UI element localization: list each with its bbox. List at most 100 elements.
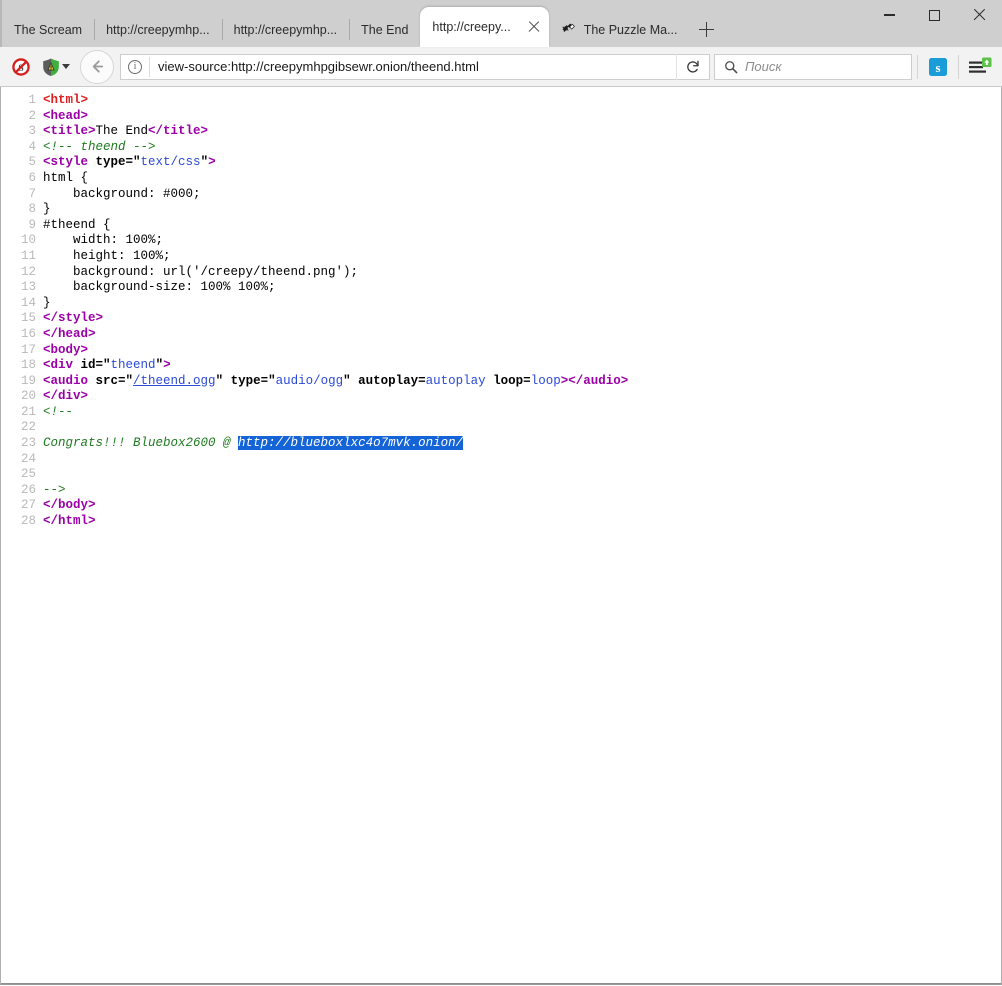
tab-separator	[222, 19, 223, 40]
minimize-icon[interactable]	[867, 0, 912, 30]
tab-creepy-1[interactable]: http://creepymhp...	[94, 12, 222, 47]
reload-button[interactable]	[676, 54, 709, 80]
code-line: 22	[1, 420, 1001, 436]
code-token: >	[208, 155, 216, 169]
tab-label: http://creepy...	[432, 20, 510, 34]
code-token: background: #000;	[43, 187, 201, 201]
code-line: 17<body>	[1, 343, 1001, 359]
code-line-content: </body>	[43, 498, 1001, 514]
code-token: #theend {	[43, 218, 111, 232]
line-number: 4	[1, 140, 43, 156]
code-line: 23Congrats!!! Bluebox2600 @ http://blueb…	[1, 436, 1001, 452]
line-number: 12	[1, 265, 43, 281]
back-button[interactable]	[80, 50, 114, 84]
tab-label: The Puzzle Ma...	[584, 23, 678, 37]
code-token: "	[268, 374, 276, 388]
address-bar[interactable]: i view-source:http://creepymhpgibsewr.on…	[120, 54, 710, 80]
code-line-content: <body>	[43, 343, 1001, 359]
code-token: </body>	[43, 498, 96, 512]
code-line: 10 width: 100%;	[1, 233, 1001, 249]
code-token: </style>	[43, 311, 103, 325]
code-token: html {	[43, 171, 88, 185]
shield-dropdown-icon[interactable]	[36, 52, 74, 82]
code-line-content: background: #000;	[43, 187, 1001, 203]
code-token: <style	[43, 155, 88, 169]
code-line-content: width: 100%;	[43, 233, 1001, 249]
line-number: 2	[1, 109, 43, 125]
close-icon[interactable]	[525, 18, 543, 36]
tab-the-end[interactable]: The End	[349, 12, 420, 47]
code-line-content: <!-- theend -->	[43, 140, 1001, 156]
maximize-icon[interactable]	[912, 0, 957, 30]
line-number: 25	[1, 467, 43, 483]
info-icon[interactable]: i	[121, 55, 149, 79]
tab-label: http://creepymhp...	[106, 23, 210, 37]
window-close-icon[interactable]	[957, 0, 1002, 30]
line-number: 20	[1, 389, 43, 405]
code-token[interactable]: /theend.ogg	[133, 374, 216, 388]
code-line-content: background-size: 100% 100%;	[43, 280, 1001, 296]
code-line-content: }	[43, 202, 1001, 218]
code-token: theend	[111, 358, 156, 372]
info-glyph: i	[128, 60, 142, 74]
code-token: </head>	[43, 327, 96, 341]
line-number: 28	[1, 514, 43, 530]
code-line-content: </style>	[43, 311, 1001, 327]
line-number: 13	[1, 280, 43, 296]
line-number: 16	[1, 327, 43, 343]
noscript-icon[interactable]: S	[6, 52, 36, 82]
code-line: 8}	[1, 202, 1001, 218]
code-token: type=	[223, 374, 268, 388]
chevron-down-icon[interactable]	[62, 64, 70, 69]
tab-separator	[349, 19, 350, 40]
code-line: 5<style type="text/css">	[1, 155, 1001, 171]
code-line-content: height: 100%;	[43, 249, 1001, 265]
window-controls	[867, 0, 1002, 30]
code-token: height: 100%;	[43, 249, 171, 263]
code-line-content: }	[43, 296, 1001, 312]
code-token: autoplay	[426, 374, 486, 388]
tab-the-scream[interactable]: The Scream	[2, 12, 94, 47]
code-line: 1<html>	[1, 93, 1001, 109]
code-line: 16</head>	[1, 327, 1001, 343]
url-input[interactable]: view-source:http://creepymhpgibsewr.onio…	[150, 59, 676, 74]
code-token: <body>	[43, 343, 88, 357]
code-token: http://blueboxlxc4o7mvk.onion/	[238, 436, 463, 450]
puzzle-icon	[561, 22, 577, 38]
tab-active-creepy-view-source[interactable]: http://creepy...	[420, 7, 548, 47]
code-token: >	[163, 358, 171, 372]
line-number: 23	[1, 436, 43, 452]
svg-text:s: s	[935, 60, 940, 75]
code-line: 3<title>The End</title>	[1, 124, 1001, 140]
code-line: 4<!-- theend -->	[1, 140, 1001, 156]
window-bottom-edge	[1, 983, 1001, 984]
code-line: 14}	[1, 296, 1001, 312]
code-line-content: <html>	[43, 93, 1001, 109]
code-line-content: <title>The End</title>	[43, 124, 1001, 140]
search-bar[interactable]: Поиск	[714, 54, 912, 80]
line-number: 26	[1, 483, 43, 499]
new-tab-button[interactable]	[690, 12, 724, 47]
search-input[interactable]: Поиск	[745, 59, 782, 74]
code-token: "	[103, 358, 111, 372]
tab-the-puzzle-master[interactable]: The Puzzle Ma...	[549, 12, 690, 47]
code-token: audio/ogg	[276, 374, 344, 388]
code-line-content: <audio src="/theend.ogg" type="audio/ogg…	[43, 374, 1001, 390]
code-token: loop=	[486, 374, 531, 388]
code-line: 12 background: url('/creepy/theend.png')…	[1, 265, 1001, 281]
tab-creepy-2[interactable]: http://creepymhp...	[222, 12, 350, 47]
browser-window: The Scream http://creepymhp... http://cr…	[0, 0, 1002, 986]
search-icon	[724, 60, 738, 74]
code-token: src=	[88, 374, 126, 388]
code-line-content: Congrats!!! Bluebox2600 @ http://bluebox…	[43, 436, 1001, 452]
line-number: 8	[1, 202, 43, 218]
code-token: <!--	[43, 405, 73, 419]
skype-icon[interactable]: s	[923, 52, 953, 82]
view-source-content: 1<html>2<head>3<title>The End</title>4<!…	[0, 87, 1002, 985]
source-code-listing[interactable]: 1<html>2<head>3<title>The End</title>4<!…	[1, 93, 1001, 530]
hamburger-menu-icon[interactable]	[964, 52, 996, 82]
code-token: width: 100%;	[43, 233, 163, 247]
line-number: 15	[1, 311, 43, 327]
code-line: 2<head>	[1, 109, 1001, 125]
code-token: <div	[43, 358, 73, 372]
